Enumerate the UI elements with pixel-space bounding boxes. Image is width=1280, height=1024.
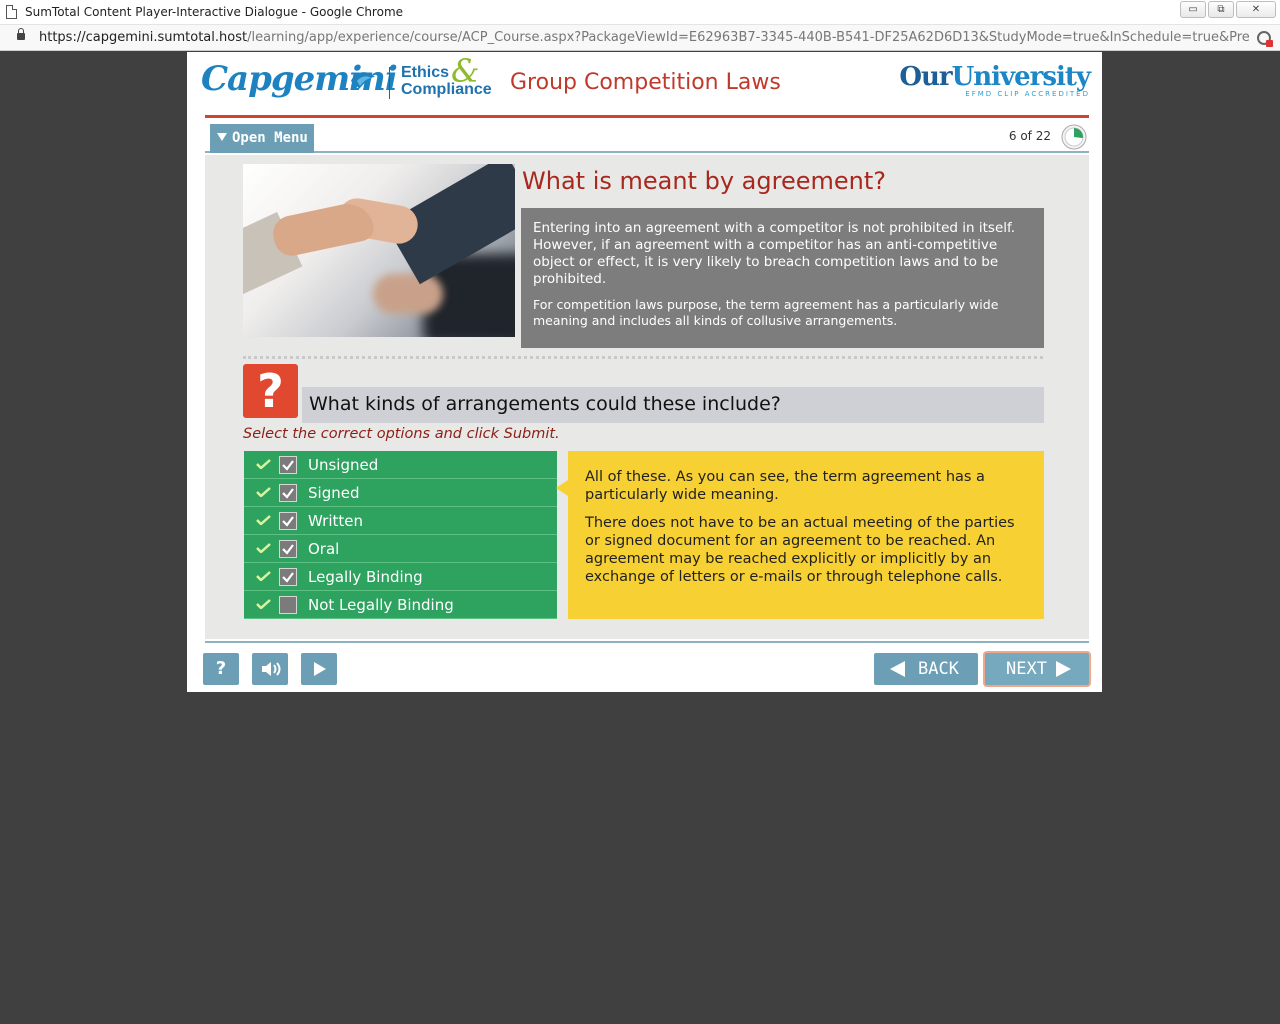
minimize-button[interactable]: ▭ [1180, 1, 1206, 18]
address-bar[interactable]: https://capgemini.sumtotal.host/learning… [0, 25, 1280, 51]
university-our: Our [899, 62, 952, 92]
check-icon [256, 599, 271, 609]
question-mark-icon: ? [243, 364, 298, 418]
university-word: University [951, 62, 1091, 92]
logo-divider [389, 67, 390, 99]
check-icon [256, 571, 271, 581]
option-list: Unsigned Signed Written Oral Legally Binding… [244, 451, 557, 619]
check-icon [256, 543, 271, 553]
page-icon [6, 5, 17, 19]
question-text: What kinds of arrangements could these i… [302, 387, 1044, 423]
instruction-text: Select the correct options and click Sub… [243, 426, 560, 442]
option-checkbox[interactable] [279, 568, 297, 586]
option-row[interactable]: Unsigned [244, 451, 557, 479]
url-field[interactable]: https://capgemini.sumtotal.host/learning… [39, 30, 1249, 45]
lock-icon [17, 28, 25, 40]
handshake-image [243, 164, 515, 337]
next-button[interactable]: NEXT [985, 653, 1089, 685]
course-title: Group Competition Laws [510, 70, 781, 95]
play-icon [314, 662, 326, 676]
url-host: https://capgemini.sumtotal.host [39, 30, 248, 45]
checkmark-icon [282, 488, 294, 499]
help-button[interactable]: ? [203, 653, 239, 685]
speaker-icon [262, 662, 281, 676]
info-paragraph-2: For competition laws purpose, the term a… [533, 297, 999, 328]
extension-icon[interactable] [1257, 31, 1273, 47]
progress-pie-icon [1061, 124, 1087, 150]
arrow-left-icon [890, 661, 905, 677]
open-menu-button[interactable]: Open Menu [210, 124, 314, 153]
feedback-paragraph-2: There does not have to be an actual meet… [585, 515, 1015, 585]
back-label: BACK [918, 659, 959, 679]
window-titlebar: SumTotal Content Player-Interactive Dial… [0, 0, 1280, 25]
checkmark-icon [282, 572, 294, 583]
option-label: Signed [308, 484, 360, 502]
window-title: SumTotal Content Player-Interactive Dial… [25, 5, 404, 19]
back-button[interactable]: BACK [874, 653, 978, 685]
check-icon [256, 487, 271, 497]
option-label: Oral [308, 540, 340, 558]
header-divider [205, 115, 1089, 118]
option-checkbox[interactable] [279, 456, 297, 474]
option-label: Written [308, 512, 363, 530]
option-row[interactable]: Oral [244, 535, 557, 563]
page-counter: 6 of 22 [1008, 129, 1051, 143]
feedback-box: All of these. As you can see, the term a… [556, 451, 1044, 619]
course-player: Capgemini Ethics Compliance & Group Comp… [187, 52, 1102, 692]
option-checkbox[interactable] [279, 484, 297, 502]
university-name: OurUniversity [899, 62, 1091, 92]
play-button[interactable] [301, 653, 337, 685]
option-row[interactable]: Not Legally Binding [244, 591, 557, 619]
option-checkbox[interactable] [279, 512, 297, 530]
info-box: Entering into an agreement with a compet… [521, 208, 1044, 348]
menu-bar: Open Menu 6 of 22 [205, 123, 1089, 153]
open-menu-label: Open Menu [232, 130, 308, 146]
window-controls: ▭ ⧉ ✕ [1180, 1, 1276, 18]
check-icon [256, 515, 271, 525]
option-label: Unsigned [308, 456, 379, 474]
spade-icon [351, 72, 375, 89]
checkmark-icon [282, 516, 294, 527]
option-checkbox[interactable] [279, 596, 297, 614]
slide-stage: What is meant by agreement? Entering int… [205, 155, 1089, 639]
section-divider [243, 356, 1043, 359]
checkmark-icon [282, 544, 294, 555]
brand-header: Capgemini Ethics Compliance & Group Comp… [187, 52, 1102, 116]
option-row[interactable]: Written [244, 507, 557, 535]
url-path: /learning/app/experience/course/ACP_Cour… [247, 30, 1249, 45]
option-label: Not Legally Binding [308, 596, 454, 614]
info-paragraph-1: Entering into an agreement with a compet… [533, 220, 1016, 287]
close-button[interactable]: ✕ [1236, 1, 1276, 18]
chevron-down-icon [217, 133, 227, 141]
ampersand-logo: & [451, 52, 480, 90]
footer-divider [205, 641, 1089, 643]
restore-button[interactable]: ⧉ [1208, 1, 1234, 18]
option-checkbox[interactable] [279, 540, 297, 558]
check-icon [256, 459, 271, 469]
feedback-paragraph-1: All of these. As you can see, the term a… [585, 469, 985, 503]
option-label: Legally Binding [308, 568, 423, 586]
slide-heading: What is meant by agreement? [522, 167, 886, 195]
our-university-logo: OurUniversity EFMD CLIP ACCREDITED [899, 62, 1091, 98]
option-row[interactable]: Legally Binding [244, 563, 557, 591]
arrow-right-icon [1056, 661, 1071, 677]
option-row[interactable]: Signed [244, 479, 557, 507]
audio-button[interactable] [252, 653, 288, 685]
checkmark-icon [282, 460, 294, 471]
next-label: NEXT [1006, 659, 1047, 679]
